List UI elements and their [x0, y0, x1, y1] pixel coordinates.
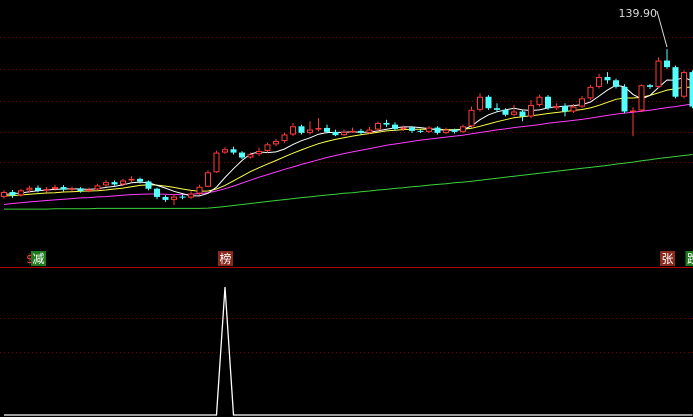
candle	[179, 194, 186, 200]
candle	[664, 49, 670, 69]
signal-marker: 减	[31, 251, 46, 266]
candle	[128, 176, 135, 183]
candle	[604, 72, 611, 84]
price-high-arrow	[656, 10, 668, 48]
candle	[213, 150, 220, 173]
candle	[494, 103, 500, 112]
signal-markers: $减榜张跌	[26, 251, 693, 266]
candle	[375, 121, 381, 132]
stock-chart: $减榜张跌 139.90	[0, 7, 693, 416]
signal-marker: 榜	[218, 251, 233, 266]
candle	[434, 126, 441, 135]
candle	[69, 186, 75, 192]
candle	[145, 180, 152, 191]
candle	[596, 73, 602, 89]
candle	[587, 84, 594, 100]
candle	[273, 138, 279, 146]
candle	[341, 129, 347, 137]
candle	[188, 191, 194, 199]
candle	[672, 65, 679, 99]
candle	[536, 94, 543, 107]
candle	[332, 129, 339, 137]
svg-text:减: 减	[32, 252, 44, 266]
candle	[613, 78, 619, 89]
candle	[638, 84, 645, 113]
svg-text:榜: 榜	[219, 251, 231, 266]
candle	[477, 93, 483, 112]
candle	[630, 107, 636, 137]
candle	[519, 109, 526, 122]
main-panel-grid	[0, 37, 693, 163]
candle	[222, 147, 228, 154]
candle	[621, 84, 628, 114]
candle	[417, 129, 424, 133]
candle	[162, 195, 169, 202]
candle	[562, 103, 568, 117]
candle	[239, 151, 245, 160]
candle	[256, 147, 262, 156]
candle	[43, 187, 50, 193]
candle	[545, 95, 551, 110]
indicator-plot	[4, 286, 693, 416]
candle	[655, 57, 662, 88]
candle	[383, 119, 390, 127]
candle	[460, 124, 466, 133]
candle	[1, 190, 7, 199]
candle	[307, 121, 313, 135]
candle	[358, 128, 364, 135]
candle	[290, 123, 296, 137]
candle	[315, 118, 322, 132]
candlesticks	[1, 49, 693, 206]
candle	[349, 127, 356, 133]
price-high-annotation: 139.90	[619, 7, 668, 48]
signal-marker: 张	[660, 251, 675, 266]
candle	[468, 106, 475, 128]
candle	[689, 70, 693, 109]
svg-text:跌: 跌	[687, 251, 693, 266]
candle	[103, 180, 109, 187]
candle	[647, 83, 653, 89]
candle	[366, 126, 373, 134]
candle	[154, 187, 160, 200]
candle	[298, 124, 305, 135]
candle	[553, 103, 560, 110]
candle	[443, 127, 449, 135]
candle	[281, 132, 288, 143]
candle	[94, 183, 101, 191]
candle	[205, 170, 211, 188]
signal-marker: 跌	[685, 251, 693, 266]
candle	[196, 184, 203, 195]
indicator-line	[4, 286, 693, 416]
candle	[579, 96, 585, 108]
candle	[485, 95, 492, 110]
candle	[681, 70, 687, 99]
candle	[230, 146, 237, 155]
candle	[9, 190, 16, 198]
candle	[86, 187, 92, 193]
candle	[426, 126, 432, 133]
candle	[60, 185, 67, 192]
price-high-label: 139.90	[619, 7, 658, 20]
indicator-panel-grid	[0, 318, 693, 353]
candle	[171, 194, 177, 206]
ma-line-mid	[3, 86, 693, 197]
svg-text:张: 张	[661, 252, 673, 266]
candle	[111, 180, 118, 186]
candle	[264, 142, 271, 153]
candle	[528, 100, 534, 119]
candle	[511, 104, 517, 117]
